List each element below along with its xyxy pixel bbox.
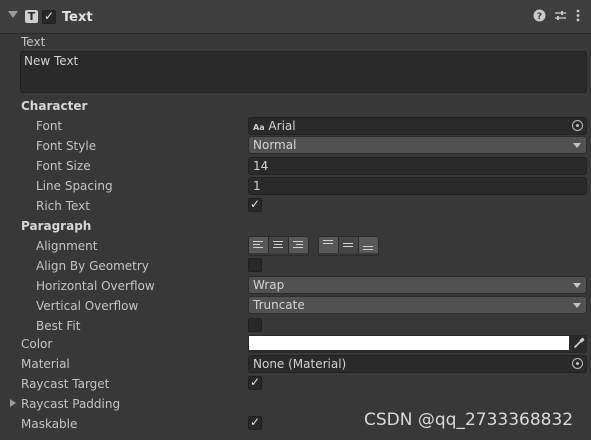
color-field[interactable] [248, 335, 587, 353]
font-asset-icon: Aa [253, 123, 265, 132]
material-field[interactable]: None (Material) [248, 355, 587, 373]
align-center-button[interactable] [269, 237, 289, 253]
font-size-value: 14 [253, 159, 269, 173]
align-by-geometry-label: Align By Geometry [36, 259, 149, 273]
vertical-overflow-dropdown[interactable]: Truncate [248, 296, 587, 314]
chevron-down-icon [573, 143, 581, 148]
font-size-input[interactable]: 14 [248, 157, 587, 175]
horizontal-overflow-label: Horizontal Overflow [36, 279, 155, 293]
svg-text:?: ? [537, 12, 542, 22]
color-label: Color [21, 337, 53, 351]
chevron-down-icon [573, 303, 581, 308]
font-field[interactable]: Aa Arial [248, 117, 587, 135]
maskable-checkbox[interactable]: ✓ [248, 415, 262, 430]
line-spacing-input[interactable]: 1 [248, 177, 587, 195]
align-by-geometry-checkbox[interactable] [248, 258, 262, 272]
vertical-overflow-label: Vertical Overflow [36, 299, 139, 313]
maskable-label: Maskable [21, 417, 78, 431]
help-icon[interactable]: ? [533, 9, 546, 26]
foldout-arrow-icon[interactable] [8, 11, 18, 18]
eyedropper-icon[interactable] [573, 337, 585, 352]
character-section-header: Character [21, 99, 88, 113]
vertical-overflow-value: Truncate [253, 298, 305, 312]
best-fit-label: Best Fit [36, 319, 81, 333]
vertical-alignment-group [318, 236, 379, 256]
font-style-dropdown[interactable]: Normal [248, 136, 587, 154]
raycast-padding-label[interactable]: Raycast Padding [21, 397, 120, 411]
text-component-icon: T [25, 10, 38, 23]
material-value: None (Material) [253, 357, 347, 371]
component-enabled-checkbox[interactable]: ✓ [42, 9, 56, 24]
line-spacing-label: Line Spacing [36, 179, 113, 193]
more-options-icon[interactable] [576, 9, 580, 26]
object-picker-icon[interactable] [572, 358, 583, 369]
object-picker-icon[interactable] [572, 120, 583, 131]
font-size-label: Font Size [36, 159, 91, 173]
horizontal-overflow-value: Wrap [253, 278, 285, 292]
alpha-bar [249, 348, 569, 350]
paragraph-section-header: Paragraph [21, 219, 92, 233]
align-right-button[interactable] [289, 237, 308, 253]
alignment-label: Alignment [36, 239, 98, 253]
checkmark-icon: ✓ [250, 415, 261, 429]
horizontal-alignment-group [248, 236, 309, 256]
watermark: CSDN @qq_2733368832 [364, 410, 574, 430]
presets-icon[interactable] [554, 9, 567, 26]
font-style-value: Normal [253, 138, 297, 152]
font-value: Arial [268, 119, 296, 133]
checkmark-icon: ✓ [250, 197, 261, 211]
color-swatch [249, 336, 569, 348]
rich-text-checkbox[interactable]: ✓ [248, 197, 262, 212]
best-fit-checkbox[interactable] [248, 318, 262, 332]
align-bottom-button[interactable] [359, 237, 378, 253]
text-input[interactable]: New Text [20, 51, 587, 93]
align-middle-button[interactable] [339, 237, 359, 253]
checkmark-icon: ✓ [44, 9, 55, 23]
raycast-padding-foldout-icon[interactable] [10, 399, 16, 407]
component-header[interactable]: T ✓ Text ? [0, 0, 591, 34]
horizontal-overflow-dropdown[interactable]: Wrap [248, 276, 587, 294]
line-spacing-value: 1 [253, 179, 261, 193]
component-title: Text [62, 10, 93, 25]
font-label: Font [36, 119, 63, 133]
checkmark-icon: ✓ [250, 375, 261, 389]
rich-text-label: Rich Text [36, 199, 90, 213]
text-input-value: New Text [24, 54, 79, 68]
font-style-label: Font Style [36, 139, 97, 153]
align-left-button[interactable] [249, 237, 269, 253]
align-top-button[interactable] [319, 237, 339, 253]
raycast-target-label: Raycast Target [21, 377, 110, 391]
chevron-down-icon [573, 283, 581, 288]
material-label: Material [21, 357, 70, 371]
raycast-target-checkbox[interactable]: ✓ [248, 375, 262, 390]
text-label: Text [21, 35, 46, 49]
